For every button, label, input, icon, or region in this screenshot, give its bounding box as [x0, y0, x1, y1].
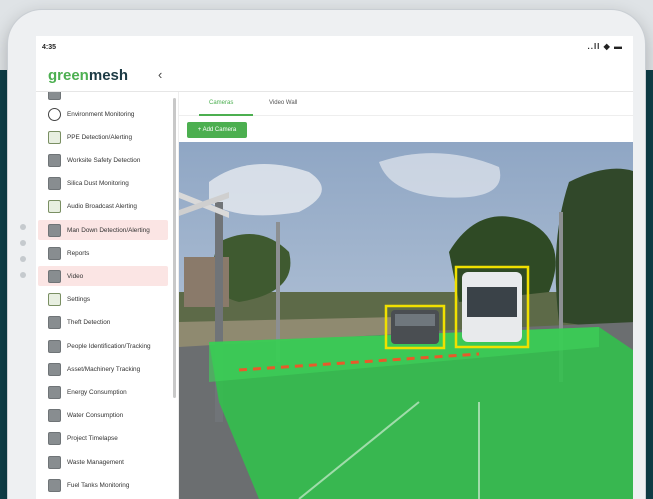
sidebar-item-label: Silica Dust Monitoring [67, 180, 129, 188]
brand-logo[interactable]: greenmesh [48, 67, 128, 84]
sidebar-item-label: PPE Detection/Alerting [67, 133, 133, 141]
tablet-button-dot [20, 272, 26, 278]
sidebar-item-label: Water Consumption [67, 412, 124, 420]
sidebar-item[interactable]: Project Timelapse [38, 429, 168, 449]
app-screen: 4:35 ..ll ◆ ▬ greenmesh ‹ Environment Mo… [36, 36, 633, 499]
tablet-button-dot [20, 240, 26, 246]
chevron-left-icon[interactable]: ‹ [158, 67, 162, 82]
module-icon [48, 339, 61, 353]
sidebar-item[interactable]: Water Consumption [38, 406, 168, 426]
ppe-icon [48, 130, 61, 144]
add-camera-button[interactable]: + Add Camera [187, 122, 247, 138]
status-system-icons: ..ll ◆ ▬ [587, 42, 623, 51]
status-bar: 4:35 ..ll ◆ ▬ [36, 36, 633, 58]
sidebar-item-label: Project Timelapse [67, 435, 118, 443]
sidebar-item[interactable]: Reports [38, 243, 168, 263]
sidebar-item[interactable]: Audio Broadcast Alerting [38, 197, 168, 217]
tablet-button-dot [20, 256, 26, 262]
sidebar-item-label: Energy Consumption [67, 388, 127, 396]
sidebar-item-label: People Identification/Tracking [67, 342, 151, 350]
brand-name-green: green [48, 67, 89, 84]
module-icon [48, 478, 61, 492]
tablet-button-dot [20, 224, 26, 230]
tab-bar: Cameras Video Wall [179, 92, 633, 116]
sidebar-item[interactable]: Energy Consumption [38, 382, 168, 402]
sidebar-item[interactable]: Man Down Detection/Alerting [38, 220, 168, 240]
module-icon [48, 455, 61, 469]
sidebar-item[interactable]: Theft Detection [38, 313, 168, 333]
sidebar-item-label: Asset/Machinery Tracking [67, 365, 141, 373]
sidebar-item-label: Fuel Tanks Monitoring [67, 481, 130, 489]
app-header: greenmesh ‹ [36, 58, 633, 92]
sidebar-item-label: Worksite Safety Detection [67, 156, 141, 164]
sidebar-item-label: Theft Detection [67, 319, 111, 327]
sidebar-item[interactable]: Silica Dust Monitoring [38, 174, 168, 194]
car-windshield [395, 314, 435, 326]
module-icon [48, 153, 61, 167]
sidebar-item[interactable]: Settings [38, 290, 168, 310]
module-icon [48, 223, 61, 237]
active-tab-indicator [199, 114, 253, 116]
sidebar-item-label: Settings [67, 296, 91, 304]
tree [555, 168, 633, 332]
ppe-icon [48, 200, 61, 214]
sidebar: Environment Monitoring PPE Detection/Aler… [36, 92, 179, 499]
module-icon [48, 316, 61, 330]
sidebar-item-label: Reports [67, 249, 90, 257]
camera-feed[interactable] [179, 142, 633, 499]
module-icon [48, 92, 61, 100]
module-icon [48, 432, 61, 446]
sidebar-item-label: Man Down Detection/Alerting [67, 226, 150, 234]
sidebar-item[interactable]: Worksite Safety Detection [38, 150, 168, 170]
module-icon [48, 362, 61, 376]
bus-windshield [467, 287, 517, 317]
sidebar-item[interactable]: Waste Management [38, 452, 168, 472]
module-icon [48, 177, 61, 191]
sidebar-item-label: Waste Management [67, 458, 124, 466]
sidebar-item[interactable]: Asset/Machinery Tracking [38, 359, 168, 379]
brand-name-dark: mesh [88, 67, 129, 84]
sidebar-item[interactable]: PPE Detection/Alerting [38, 127, 168, 147]
status-time: 4:35 [42, 44, 57, 51]
tablet-frame: 4:35 ..ll ◆ ▬ greenmesh ‹ Environment Mo… [8, 10, 645, 499]
sidebar-scrollbar[interactable] [173, 98, 176, 398]
main-content: Cameras Video Wall + Add Camera [179, 92, 633, 499]
gear-icon [48, 293, 61, 307]
sidebar-item[interactable]: Video [38, 266, 168, 287]
video-icon [48, 269, 61, 283]
module-icon [48, 409, 61, 423]
sidebar-item[interactable]: Fuel Tanks Monitoring [38, 475, 168, 495]
circle-icon [48, 107, 61, 121]
tab-cameras[interactable]: Cameras [209, 100, 233, 106]
sidebar-item[interactable]: Environment Monitoring [38, 104, 168, 124]
sidebar-item[interactable]: People Identification/Tracking [38, 336, 168, 356]
sidebar-item-partial[interactable] [38, 92, 168, 100]
sidebar-item-label: Audio Broadcast Alerting [67, 203, 137, 211]
module-icon [48, 385, 61, 399]
sidebar-item-label: Environment Monitoring [67, 110, 135, 118]
tab-video-wall[interactable]: Video Wall [269, 100, 297, 106]
sidebar-item-label: Video [67, 272, 84, 280]
module-icon [48, 246, 61, 260]
